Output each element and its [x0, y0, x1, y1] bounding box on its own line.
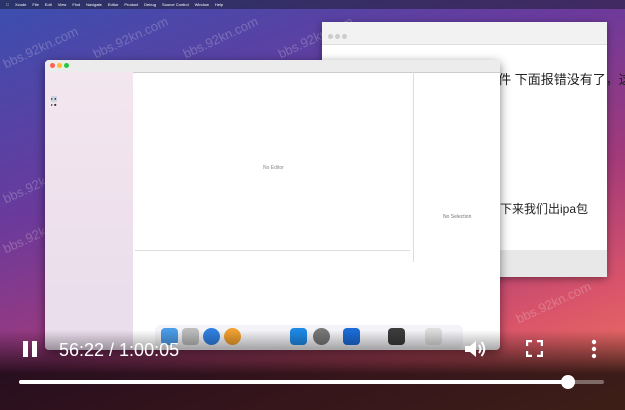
- inspector-pane: [413, 72, 500, 262]
- pause-button[interactable]: [22, 341, 38, 357]
- fullscreen-button[interactable]: [525, 339, 544, 358]
- pause-icon: [23, 341, 28, 357]
- xcode-window: ▸ ● ▸ ■ No Editor No Selection: [45, 60, 500, 350]
- more-vert-icon: [591, 339, 597, 359]
- no-editor-label: No Editor: [263, 165, 284, 171]
- project-navigator: ▸ ● ▸ ■: [45, 72, 133, 350]
- watermark: bbs.92kn.com: [180, 13, 261, 62]
- volume-icon: [465, 341, 486, 357]
- time-display: 56:22 / 1:00:05: [59, 340, 180, 360]
- watermark: bbs.92kn.com: [513, 278, 594, 327]
- seek-bar-progress: [19, 380, 568, 384]
- volume-button[interactable]: [463, 338, 487, 360]
- no-selection-label: No Selection: [443, 214, 472, 220]
- fullscreen-icon: [525, 339, 544, 358]
- mac-menubar: XcodeFileEditViewFindNavigateEditorProd…: [0, 0, 625, 9]
- more-options-button[interactable]: [590, 339, 598, 359]
- seek-bar[interactable]: [19, 375, 604, 389]
- watermark: bbs.92kn.com: [90, 13, 171, 62]
- pause-icon: [32, 341, 37, 357]
- document-toolbar: [322, 22, 607, 45]
- document-text: 下来我们出ipa包: [500, 202, 589, 216]
- navigator-item[interactable]: ▸ ■: [51, 102, 57, 108]
- document-panel: [498, 250, 607, 277]
- seek-bar-handle[interactable]: [560, 375, 575, 389]
